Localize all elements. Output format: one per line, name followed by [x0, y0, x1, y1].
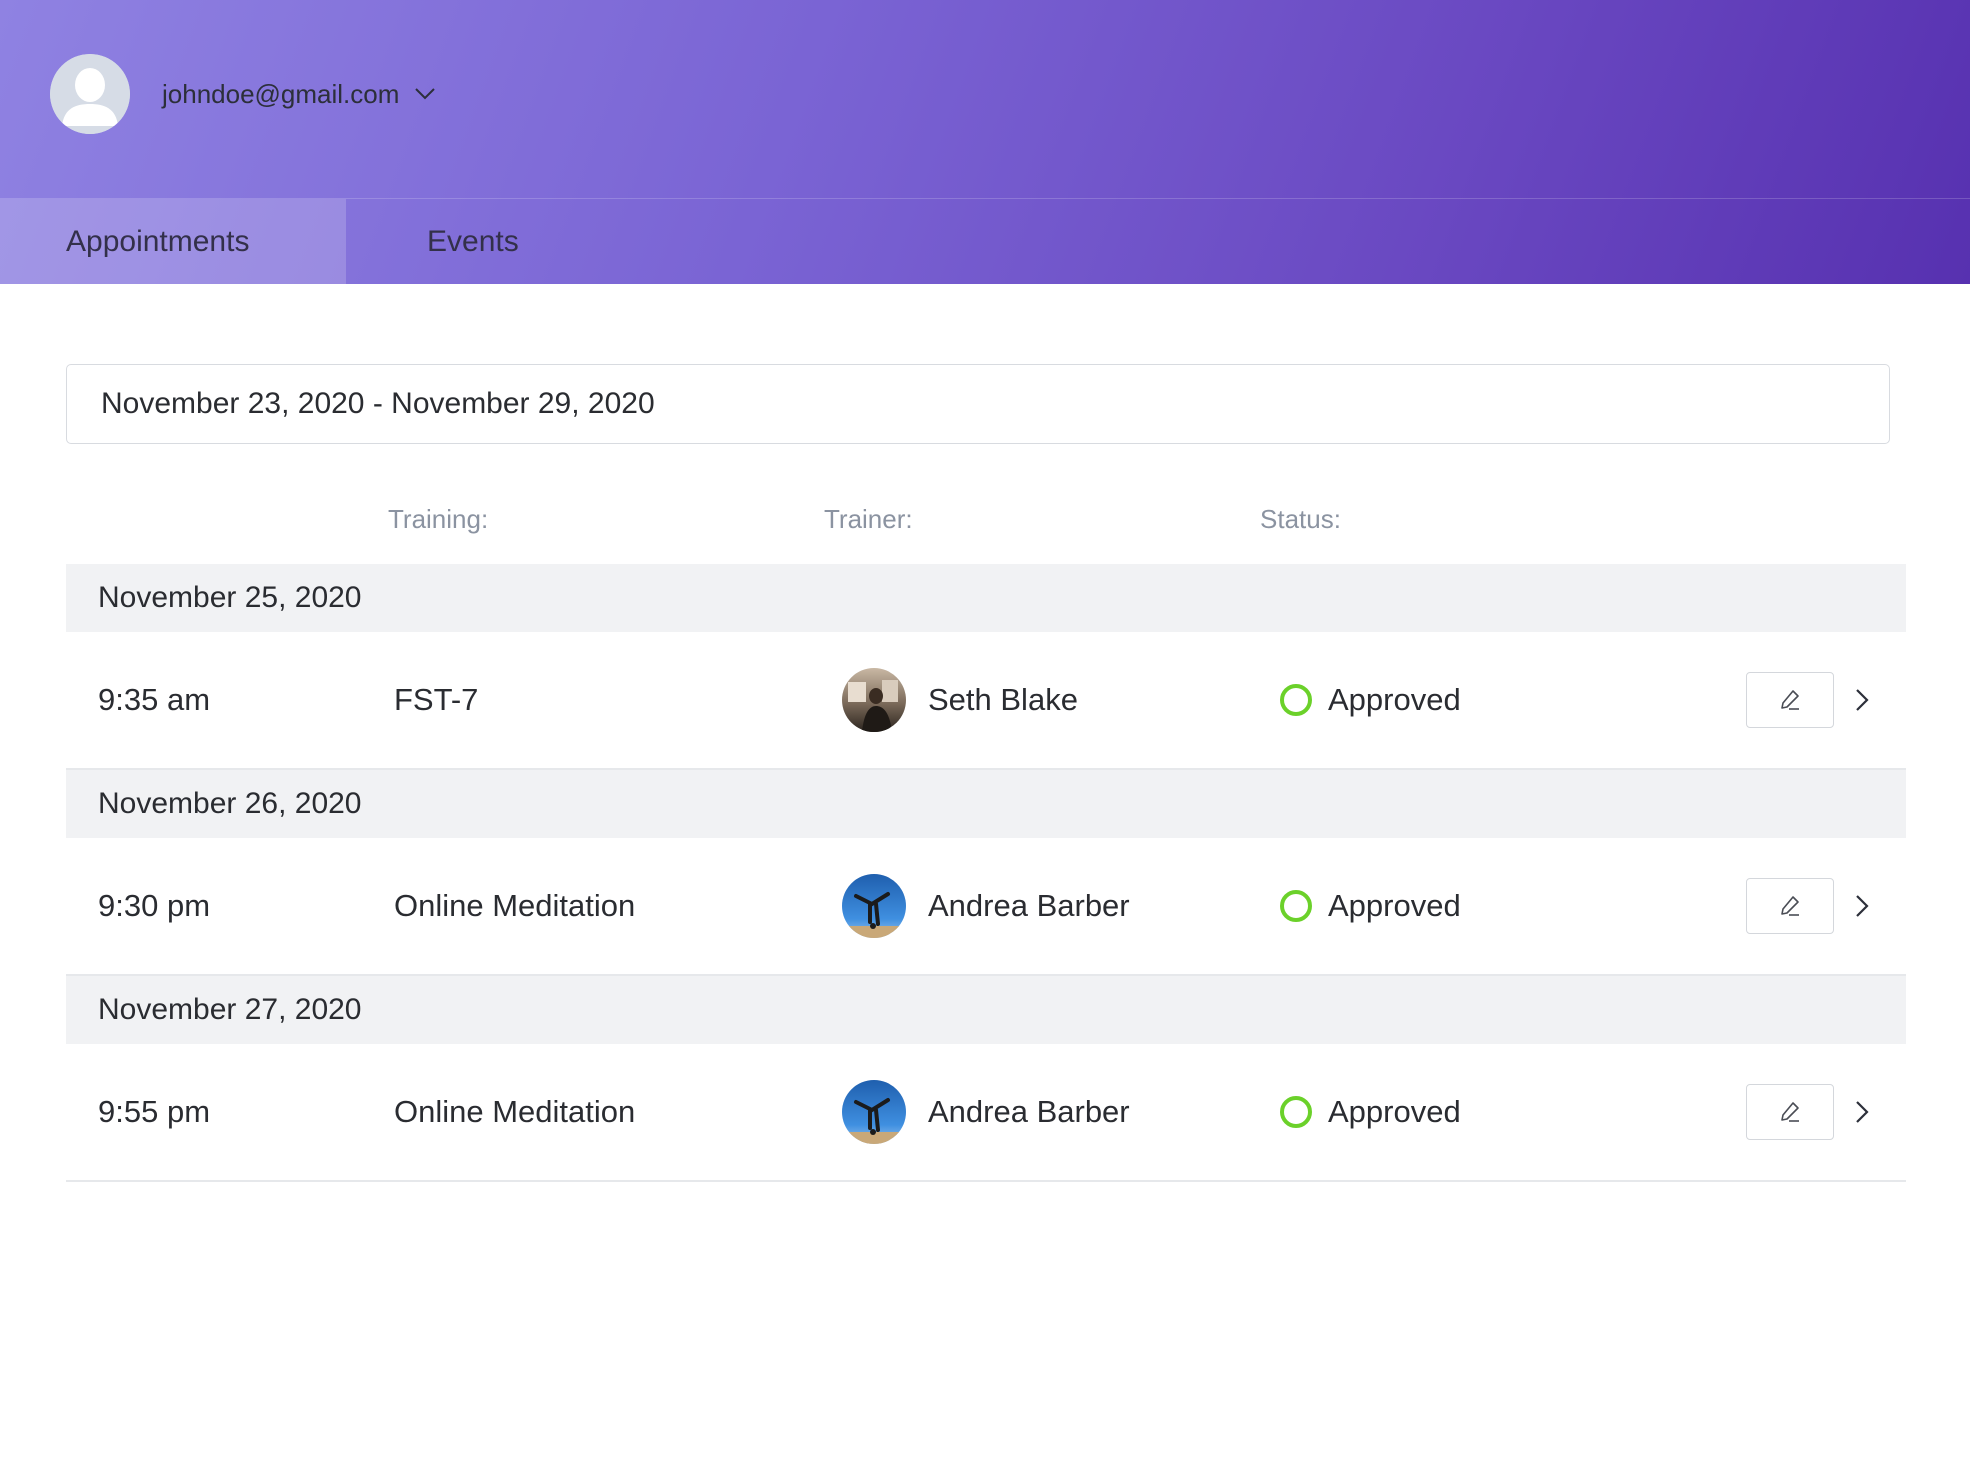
edit-button[interactable] [1746, 672, 1834, 728]
status-approved-icon [1280, 684, 1312, 716]
status-approved-icon [1280, 1096, 1312, 1128]
appointment-row[interactable]: 9:35 am FST-7 Seth Blake Approved [66, 632, 1906, 770]
training-name: Online Meditation [394, 888, 636, 923]
pencil-icon [1781, 1102, 1799, 1122]
trainer-name: Andrea Barber [928, 888, 1130, 923]
trainer-avatar [842, 668, 906, 732]
trainer-avatar [842, 874, 906, 938]
trainer-name: Seth Blake [928, 682, 1078, 717]
user-silhouette-icon [50, 54, 130, 134]
app-header: johndoe@gmail.com Appointments Events [0, 0, 1970, 284]
status-label: Approved [1328, 1094, 1461, 1129]
status-approved-icon [1280, 890, 1312, 922]
trainer-cell: Seth Blake [842, 632, 1078, 768]
chevron-down-icon[interactable] [413, 82, 437, 106]
user-menu[interactable]: johndoe@gmail.com [50, 54, 437, 134]
tab-bar: Appointments Events [0, 199, 579, 284]
pencil-icon [1781, 690, 1799, 710]
group-date-header: November 26, 2020 [66, 770, 1906, 838]
chevron-right-icon[interactable] [1846, 684, 1878, 716]
status-cell: Approved [1280, 1044, 1461, 1180]
chevron-right-icon[interactable] [1846, 890, 1878, 922]
status-cell: Approved [1280, 632, 1461, 768]
edit-button[interactable] [1746, 1084, 1834, 1140]
avatar[interactable] [50, 54, 130, 134]
status-cell: Approved [1280, 838, 1461, 974]
status-label: Approved [1328, 682, 1461, 717]
tab-events[interactable]: Events [346, 199, 579, 284]
appointment-time: 9:35 am [98, 682, 211, 717]
edit-button[interactable] [1746, 878, 1834, 934]
group-date-header: November 27, 2020 [66, 976, 1906, 1044]
trainer-cell: Andrea Barber [842, 838, 1130, 974]
group-date-header: November 25, 2020 [66, 564, 1906, 632]
appointment-time: 9:30 pm [98, 888, 211, 923]
pencil-icon [1781, 896, 1799, 916]
date-range-picker[interactable]: November 23, 2020 - November 29, 2020 [66, 364, 1890, 444]
appointment-row[interactable]: 9:30 pm Online Meditation Andrea Barber … [66, 838, 1906, 976]
user-email[interactable]: johndoe@gmail.com [162, 79, 399, 110]
appointment-time: 9:55 pm [98, 1094, 211, 1129]
training-name: Online Meditation [394, 1094, 636, 1129]
column-header-status: Status: [1260, 504, 1341, 534]
tab-appointments[interactable]: Appointments [0, 199, 346, 284]
status-label: Approved [1328, 888, 1461, 923]
appointment-row[interactable]: 9:55 pm Online Meditation Andrea Barber … [66, 1044, 1906, 1182]
column-header-trainer: Trainer: [824, 504, 913, 534]
chevron-right-icon[interactable] [1846, 1096, 1878, 1128]
trainer-cell: Andrea Barber [842, 1044, 1130, 1180]
training-name: FST-7 [394, 682, 479, 717]
trainer-avatar [842, 1080, 906, 1144]
trainer-name: Andrea Barber [928, 1094, 1130, 1129]
column-header-training: Training: [388, 504, 489, 534]
